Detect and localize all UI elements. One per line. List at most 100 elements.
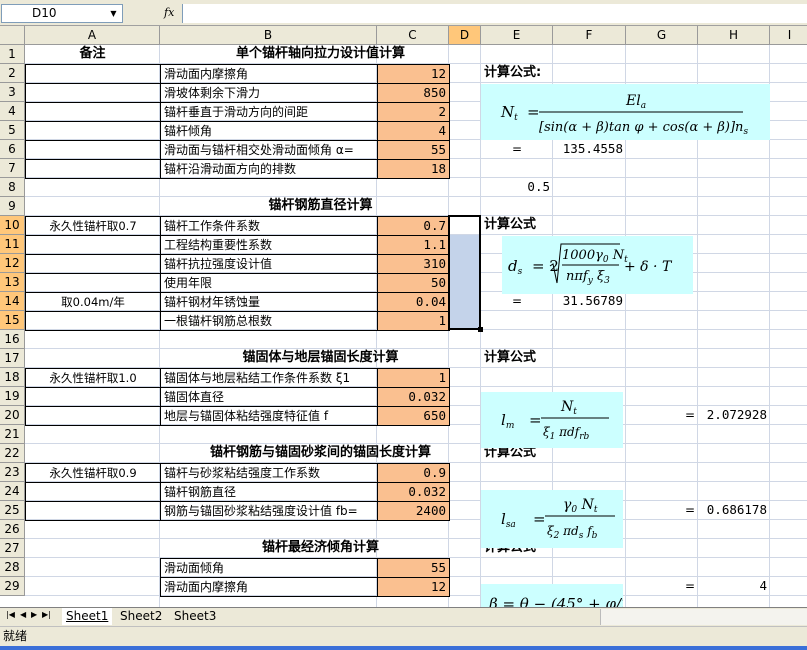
cell-b23[interactable]: 锚杆与砂浆粘结强度工作系数	[160, 463, 378, 483]
cell-b10[interactable]: 锚杆工作条件系数	[160, 216, 378, 236]
cell-a19[interactable]	[25, 387, 161, 407]
cell-c20[interactable]: 650	[377, 406, 450, 426]
fill-handle[interactable]	[478, 327, 483, 332]
cell-b11[interactable]: 工程结构重要性系数	[160, 235, 378, 255]
cell-a2[interactable]	[25, 64, 161, 84]
cell-b18[interactable]: 锚固体与地层粘结工作条件系数 ξ1	[160, 368, 378, 388]
first-sheet-icon[interactable]: |◀	[6, 610, 15, 619]
cell-h20[interactable]: 2.072928	[698, 406, 770, 425]
cell-c18[interactable]: 1	[377, 368, 450, 388]
cell-b25[interactable]: 钢筋与锚固砂浆粘结强度设计值 fb=	[160, 501, 378, 521]
cell-c25[interactable]: 2400	[377, 501, 450, 521]
cell-c29[interactable]: 12	[377, 577, 450, 597]
name-box-value: D10	[32, 6, 57, 20]
tab-sheet1[interactable]: Sheet1	[62, 608, 113, 625]
cell-a6[interactable]	[25, 140, 161, 160]
cell-a14[interactable]: 取0.04m/年	[25, 292, 161, 312]
cell-a10[interactable]: 永久性锚杆取0.7	[25, 216, 161, 236]
cell-h29[interactable]: 4	[698, 577, 770, 596]
cell-c3[interactable]: 850	[377, 83, 450, 103]
cell-b9[interactable]: 锚杆钢筋直径计算	[160, 197, 481, 216]
cell-c14[interactable]: 0.04	[377, 292, 450, 312]
cell-b29[interactable]: 滑动面内摩擦角	[160, 577, 378, 597]
cell-h25[interactable]: 0.686178	[698, 501, 770, 520]
cell-f14[interactable]: 31.56789	[553, 292, 626, 311]
formula-input[interactable]	[182, 4, 807, 23]
cell-a5[interactable]	[25, 121, 161, 141]
cell-a18[interactable]: 永久性锚杆取1.0	[25, 368, 161, 388]
cell-a3[interactable]	[25, 83, 161, 103]
cell-c5[interactable]: 4	[377, 121, 450, 141]
cell-c23[interactable]: 0.9	[377, 463, 450, 483]
cell-a4[interactable]	[25, 102, 161, 122]
cell-c10[interactable]: 0.7	[377, 216, 450, 236]
status-text: 就绪	[3, 629, 28, 643]
cell-b19[interactable]: 锚固体直径	[160, 387, 378, 407]
fx-icon[interactable]: fx	[164, 6, 174, 19]
cell-b12[interactable]: 锚杆抗拉强度设计值	[160, 254, 378, 274]
formula-bar: D10 ▼ fx	[0, 0, 807, 26]
cell-c4[interactable]: 2	[377, 102, 450, 122]
cell-b3[interactable]: 滑坡体剩余下滑力	[160, 83, 378, 103]
cell-c2[interactable]: 12	[377, 64, 450, 84]
cell-b4[interactable]: 锚杆垂直于滑动方向的间距	[160, 102, 378, 122]
cell-b15[interactable]: 一根锚杆钢筋总根数	[160, 311, 378, 331]
cell-b13[interactable]: 使用年限	[160, 273, 378, 293]
cell-b1[interactable]: 单个锚杆轴向拉力设计值计算	[160, 45, 481, 64]
svg-text:β = θ − (45° + φ/2): β = θ − (45° + φ/2)	[488, 595, 623, 607]
horizontal-scrollbar[interactable]	[600, 609, 807, 625]
cell-g29[interactable]: =	[626, 577, 698, 596]
cell-g25[interactable]: =	[626, 501, 698, 520]
cell-a25[interactable]	[25, 501, 161, 521]
cell-b7[interactable]: 锚杆沿滑动面方向的排数	[160, 159, 378, 179]
cell-b17[interactable]: 锚固体与地层锚固长度计算	[160, 349, 481, 368]
cell-c15[interactable]: 1	[377, 311, 450, 331]
tab-sheet3[interactable]: Sheet3	[170, 608, 220, 625]
chevron-down-icon[interactable]: ▼	[106, 6, 121, 21]
svg-text:=: =	[527, 103, 540, 121]
formula-axial-force: Nt = Ela [sin(α + β)tan φ + cos(α + β)]n…	[481, 84, 770, 140]
cell-a7[interactable]	[25, 159, 161, 179]
cell-a1[interactable]: 备注	[25, 45, 160, 64]
cell-a15[interactable]	[25, 311, 161, 331]
cell-c7[interactable]: 18	[377, 159, 450, 179]
cell-e2[interactable]: 计算公式:	[481, 64, 626, 83]
cell-b5[interactable]: 锚杆倾角	[160, 121, 378, 141]
cell-b24[interactable]: 锚杆钢筋直径	[160, 482, 378, 502]
cell-b28[interactable]: 滑动面倾角	[160, 558, 378, 578]
cell-c19[interactable]: 0.032	[377, 387, 450, 407]
svg-text:[sin(α + β)tan φ + cos(α + β)]: [sin(α + β)tan φ + cos(α + β)]ns	[539, 120, 748, 137]
cell-a20[interactable]	[25, 406, 161, 426]
cell-e6[interactable]: =	[481, 140, 553, 159]
cell-e17[interactable]: 计算公式	[481, 349, 626, 368]
next-sheet-icon[interactable]: ▶	[31, 610, 37, 619]
cell-a23[interactable]: 永久性锚杆取0.9	[25, 463, 161, 483]
name-box[interactable]: D10 ▼	[1, 4, 123, 23]
cell-b27[interactable]: 锚杆最经济倾角计算	[160, 539, 481, 558]
cell-a12[interactable]	[25, 254, 161, 274]
cell-a24[interactable]	[25, 482, 161, 502]
cell-b14[interactable]: 锚杆钢材年锈蚀量	[160, 292, 378, 312]
cell-b22[interactable]: 锚杆钢筋与锚固砂浆间的锚固长度计算	[160, 444, 481, 463]
cell-b2[interactable]: 滑动面内摩擦角	[160, 64, 378, 84]
tab-sheet2[interactable]: Sheet2	[116, 608, 166, 625]
svg-text:ξ2 πds fb: ξ2 πds fb	[547, 524, 598, 541]
cell-e8[interactable]: 0.5	[481, 178, 553, 197]
cell-b6[interactable]: 滑动面与锚杆相交处滑动面倾角 α=	[160, 140, 378, 160]
cell-b20[interactable]: 地层与锚固体粘结强度特征值 f	[160, 406, 378, 426]
cell-g20[interactable]: =	[626, 406, 698, 425]
last-sheet-icon[interactable]: ▶|	[42, 610, 51, 619]
cell-c12[interactable]: 310	[377, 254, 450, 274]
cell-c24[interactable]: 0.032	[377, 482, 450, 502]
prev-sheet-icon[interactable]: ◀	[20, 610, 26, 619]
svg-text:γ0 Nt: γ0 Nt	[563, 497, 598, 515]
cell-e14[interactable]: =	[481, 292, 553, 311]
cell-f6[interactable]: 135.4558	[553, 140, 626, 159]
cell-a13[interactable]	[25, 273, 161, 293]
cell-c6[interactable]: 55	[377, 140, 450, 160]
cell-c11[interactable]: 1.1	[377, 235, 450, 255]
cell-c13[interactable]: 50	[377, 273, 450, 293]
cell-e10[interactable]: 计算公式	[481, 216, 626, 235]
cell-c28[interactable]: 55	[377, 558, 450, 578]
cell-a11[interactable]	[25, 235, 161, 255]
